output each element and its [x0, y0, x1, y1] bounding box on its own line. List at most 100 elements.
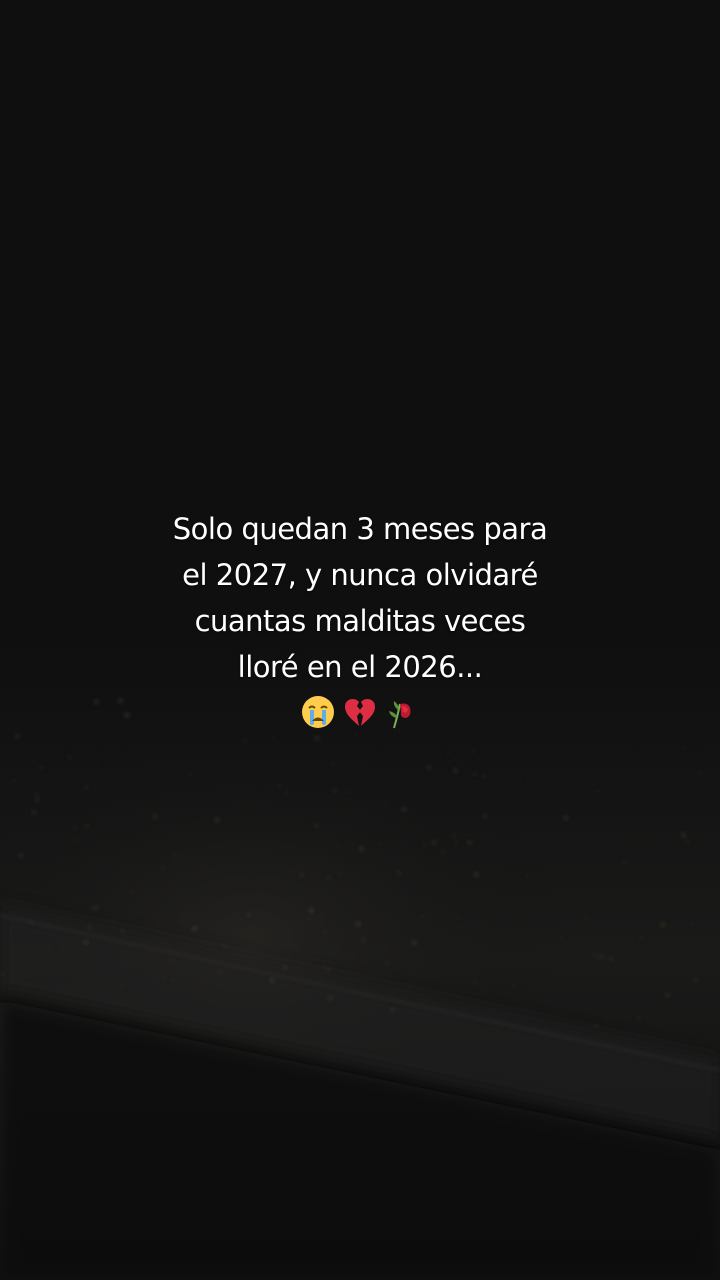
city-light	[72, 825, 77, 830]
city-light	[314, 736, 320, 741]
city-light	[420, 915, 424, 919]
city-light	[472, 772, 477, 776]
city-light	[665, 993, 670, 997]
city-light	[696, 1006, 699, 1009]
emoji-row	[0, 694, 720, 730]
caption-line-4: lloré en el 2026...	[237, 650, 483, 684]
city-light	[252, 811, 254, 814]
city-light	[457, 917, 460, 919]
city-light	[322, 966, 326, 969]
city-light	[470, 730, 472, 733]
city-light	[19, 853, 23, 857]
city-light	[521, 825, 523, 827]
city-light	[54, 949, 57, 951]
video-frame: Solo quedan 3 meses para el 2027, y nunc…	[0, 0, 720, 1280]
city-light	[474, 872, 479, 877]
city-light	[698, 770, 703, 775]
city-light	[210, 742, 212, 745]
city-light	[211, 996, 213, 998]
city-light	[39, 766, 43, 770]
city-light	[143, 853, 146, 857]
city-light	[161, 866, 165, 870]
city-light	[438, 837, 440, 839]
city-light	[35, 798, 39, 802]
city-light	[32, 810, 36, 815]
city-light	[12, 779, 16, 783]
crying-face-icon	[302, 696, 334, 728]
city-light	[379, 843, 382, 845]
city-light	[681, 833, 686, 837]
city-light	[328, 996, 333, 1000]
city-light	[682, 746, 686, 749]
city-light	[8, 761, 11, 763]
city-light	[85, 786, 88, 789]
city-light	[379, 994, 381, 996]
city-light	[515, 917, 518, 920]
city-light	[568, 776, 571, 778]
city-light	[421, 852, 423, 854]
city-light	[474, 980, 477, 983]
city-light	[172, 978, 175, 981]
city-light	[332, 788, 337, 793]
city-light	[67, 755, 72, 760]
city-light	[337, 871, 342, 876]
city-light	[285, 790, 289, 794]
city-light	[660, 922, 665, 927]
city-light	[564, 816, 568, 820]
city-light	[472, 750, 475, 754]
city-light	[247, 892, 250, 895]
city-light	[315, 824, 318, 828]
broken-heart-icon	[345, 699, 375, 726]
city-light	[693, 977, 698, 982]
city-light	[283, 965, 288, 970]
city-light	[691, 923, 694, 926]
city-light	[247, 913, 251, 917]
city-light	[272, 737, 276, 741]
city-light	[412, 940, 417, 945]
caption-line-2: el 2027, y nunca olvidaré	[182, 558, 538, 592]
city-light	[314, 958, 318, 961]
city-light	[593, 953, 597, 957]
city-light	[643, 907, 645, 910]
city-light	[285, 795, 287, 797]
city-light	[393, 817, 395, 820]
city-light	[445, 755, 447, 757]
city-light	[467, 840, 472, 845]
city-light	[384, 961, 389, 965]
city-light	[270, 978, 274, 982]
city-light	[75, 839, 79, 842]
city-light	[506, 735, 509, 738]
city-light	[399, 887, 402, 889]
city-light	[686, 840, 689, 843]
city-light	[258, 783, 261, 786]
city-light	[191, 982, 193, 985]
city-light	[307, 917, 311, 921]
city-light	[58, 735, 60, 738]
city-light	[594, 1023, 599, 1027]
city-light	[96, 761, 100, 765]
caption-text: Solo quedan 3 meses para el 2027, y nunc…	[0, 506, 720, 730]
city-light	[318, 862, 320, 865]
city-light	[512, 984, 515, 987]
city-light	[336, 844, 339, 848]
city-light	[577, 857, 579, 859]
city-light	[327, 968, 330, 972]
city-light	[584, 915, 588, 919]
city-light	[192, 926, 197, 931]
city-light	[88, 925, 93, 930]
city-light	[45, 796, 48, 798]
city-light	[177, 844, 180, 846]
city-light	[623, 861, 626, 864]
city-light	[309, 908, 314, 913]
city-light	[347, 790, 351, 793]
city-light	[483, 814, 488, 819]
city-light	[385, 801, 388, 805]
caption-line-3: cuantas malditas veces	[194, 604, 526, 638]
city-light	[362, 938, 366, 942]
city-light	[638, 842, 641, 845]
city-light	[223, 944, 227, 947]
city-light	[702, 1032, 705, 1035]
city-light	[235, 857, 237, 859]
city-light	[323, 930, 327, 933]
city-light	[133, 788, 135, 790]
